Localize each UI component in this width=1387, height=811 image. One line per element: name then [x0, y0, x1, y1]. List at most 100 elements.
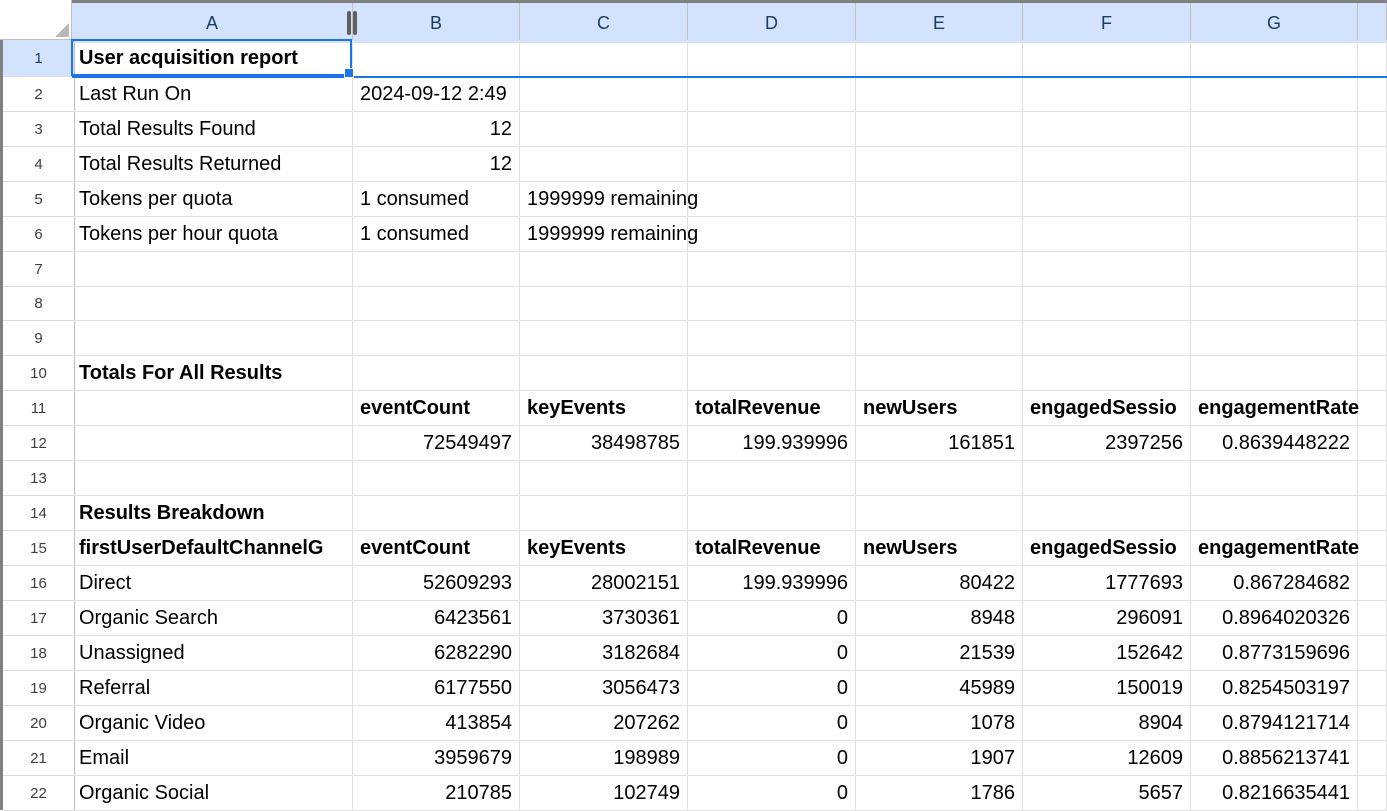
cell[interactable] — [1358, 461, 1387, 495]
cell[interactable]: 80422 — [856, 566, 1023, 600]
cell[interactable]: Organic Video — [72, 706, 353, 740]
cell[interactable] — [1358, 636, 1387, 670]
cell[interactable]: Unassigned — [72, 636, 353, 670]
row-header-8[interactable]: 8 — [3, 287, 75, 321]
cell[interactable]: Direct — [72, 566, 353, 600]
row-header-1[interactable]: 1 — [3, 40, 75, 77]
cell[interactable] — [353, 461, 520, 495]
cell[interactable]: 102749 — [520, 776, 688, 810]
row-header-12[interactable]: 12 — [3, 426, 75, 461]
cell[interactable] — [1358, 776, 1387, 810]
cell[interactable]: 0 — [688, 671, 856, 705]
cell[interactable] — [520, 252, 688, 286]
cell[interactable]: 3959679 — [353, 741, 520, 775]
cell[interactable] — [1191, 77, 1358, 111]
cell[interactable] — [520, 321, 688, 355]
cell[interactable]: 0 — [688, 741, 856, 775]
row-header-15[interactable]: 15 — [3, 531, 75, 566]
cell[interactable]: 207262 — [520, 706, 688, 740]
cell[interactable]: 1999999 remaining — [520, 182, 688, 216]
column-header-F[interactable]: F — [1023, 3, 1191, 43]
cell[interactable]: 0 — [688, 636, 856, 670]
cell[interactable]: 38498785 — [520, 426, 688, 460]
cell[interactable]: 52609293 — [353, 566, 520, 600]
row-header-18[interactable]: 18 — [3, 636, 75, 671]
cell[interactable]: 12 — [353, 112, 520, 146]
cell[interactable] — [688, 252, 856, 286]
cell[interactable] — [1358, 147, 1387, 181]
cell[interactable] — [1358, 112, 1387, 146]
cell[interactable] — [1358, 426, 1387, 460]
cell[interactable] — [1358, 77, 1387, 111]
cell[interactable] — [856, 147, 1023, 181]
cell[interactable]: 8948 — [856, 601, 1023, 635]
cell[interactable] — [856, 496, 1023, 530]
cell[interactable] — [353, 287, 520, 320]
cell[interactable] — [856, 287, 1023, 320]
cell[interactable] — [688, 40, 856, 76]
cell[interactable]: 12609 — [1023, 741, 1191, 775]
cell[interactable] — [1023, 40, 1191, 76]
row-header-22[interactable]: 22 — [3, 776, 75, 811]
cell[interactable]: 5657 — [1023, 776, 1191, 810]
cell[interactable] — [520, 287, 688, 320]
row-header-6[interactable]: 6 — [3, 217, 75, 252]
cell[interactable] — [1023, 321, 1191, 355]
cell[interactable]: keyEvents — [520, 391, 688, 425]
cell[interactable]: 2397256 — [1023, 426, 1191, 460]
cell[interactable]: Results Breakdown — [72, 496, 353, 530]
cell[interactable] — [353, 321, 520, 355]
cell[interactable] — [72, 461, 353, 495]
cell[interactable] — [856, 461, 1023, 495]
cell[interactable] — [1358, 182, 1387, 216]
cell[interactable] — [1191, 496, 1358, 530]
row-header-5[interactable]: 5 — [3, 182, 75, 217]
cell[interactable] — [520, 112, 688, 146]
cell[interactable] — [856, 112, 1023, 146]
cell[interactable]: Last Run On — [72, 77, 353, 111]
column-header-A[interactable]: A — [72, 3, 353, 43]
cell[interactable]: 6177550 — [353, 671, 520, 705]
cell[interactable]: Tokens per hour quota — [72, 217, 353, 251]
cell[interactable]: 1078 — [856, 706, 1023, 740]
row-header-10[interactable]: 10 — [3, 356, 75, 391]
cell[interactable] — [1023, 252, 1191, 286]
column-resize-grip-icon[interactable] — [346, 9, 358, 37]
cell[interactable]: Organic Social — [72, 776, 353, 810]
cell[interactable] — [1358, 217, 1387, 251]
cell[interactable]: 0.8216635441 — [1191, 776, 1358, 810]
row-header-20[interactable]: 20 — [3, 706, 75, 741]
cell[interactable] — [1358, 741, 1387, 775]
row-header-3[interactable]: 3 — [3, 112, 75, 147]
cell[interactable] — [1358, 252, 1387, 286]
cell[interactable] — [353, 40, 520, 76]
cell[interactable]: 0 — [688, 776, 856, 810]
cell[interactable] — [1191, 321, 1358, 355]
cell[interactable] — [1023, 496, 1191, 530]
cell[interactable] — [1191, 461, 1358, 495]
cell[interactable]: engagedSessio — [1023, 531, 1191, 565]
row-header-2[interactable]: 2 — [3, 77, 75, 112]
cell[interactable]: 0 — [688, 706, 856, 740]
cell[interactable] — [1191, 252, 1358, 286]
cell[interactable]: engagementRate — [1191, 391, 1358, 425]
cell[interactable]: 1999999 remaining — [520, 217, 688, 251]
cell[interactable] — [688, 217, 856, 251]
cell[interactable]: 3730361 — [520, 601, 688, 635]
cell[interactable]: 296091 — [1023, 601, 1191, 635]
column-header-B[interactable]: B — [353, 3, 520, 43]
cell[interactable] — [1191, 182, 1358, 216]
row-header-11[interactable]: 11 — [3, 391, 75, 426]
cell[interactable]: 1786 — [856, 776, 1023, 810]
cell[interactable]: engagementRate — [1191, 531, 1358, 565]
cell[interactable]: 6282290 — [353, 636, 520, 670]
cell[interactable]: 45989 — [856, 671, 1023, 705]
cell[interactable] — [1358, 601, 1387, 635]
cell[interactable]: Email — [72, 741, 353, 775]
cell[interactable] — [688, 182, 856, 216]
cell[interactable] — [1358, 287, 1387, 320]
cell[interactable] — [1191, 112, 1358, 146]
row-header-21[interactable]: 21 — [3, 741, 75, 776]
select-all-corner[interactable] — [0, 0, 72, 40]
cell[interactable]: totalRevenue — [688, 531, 856, 565]
